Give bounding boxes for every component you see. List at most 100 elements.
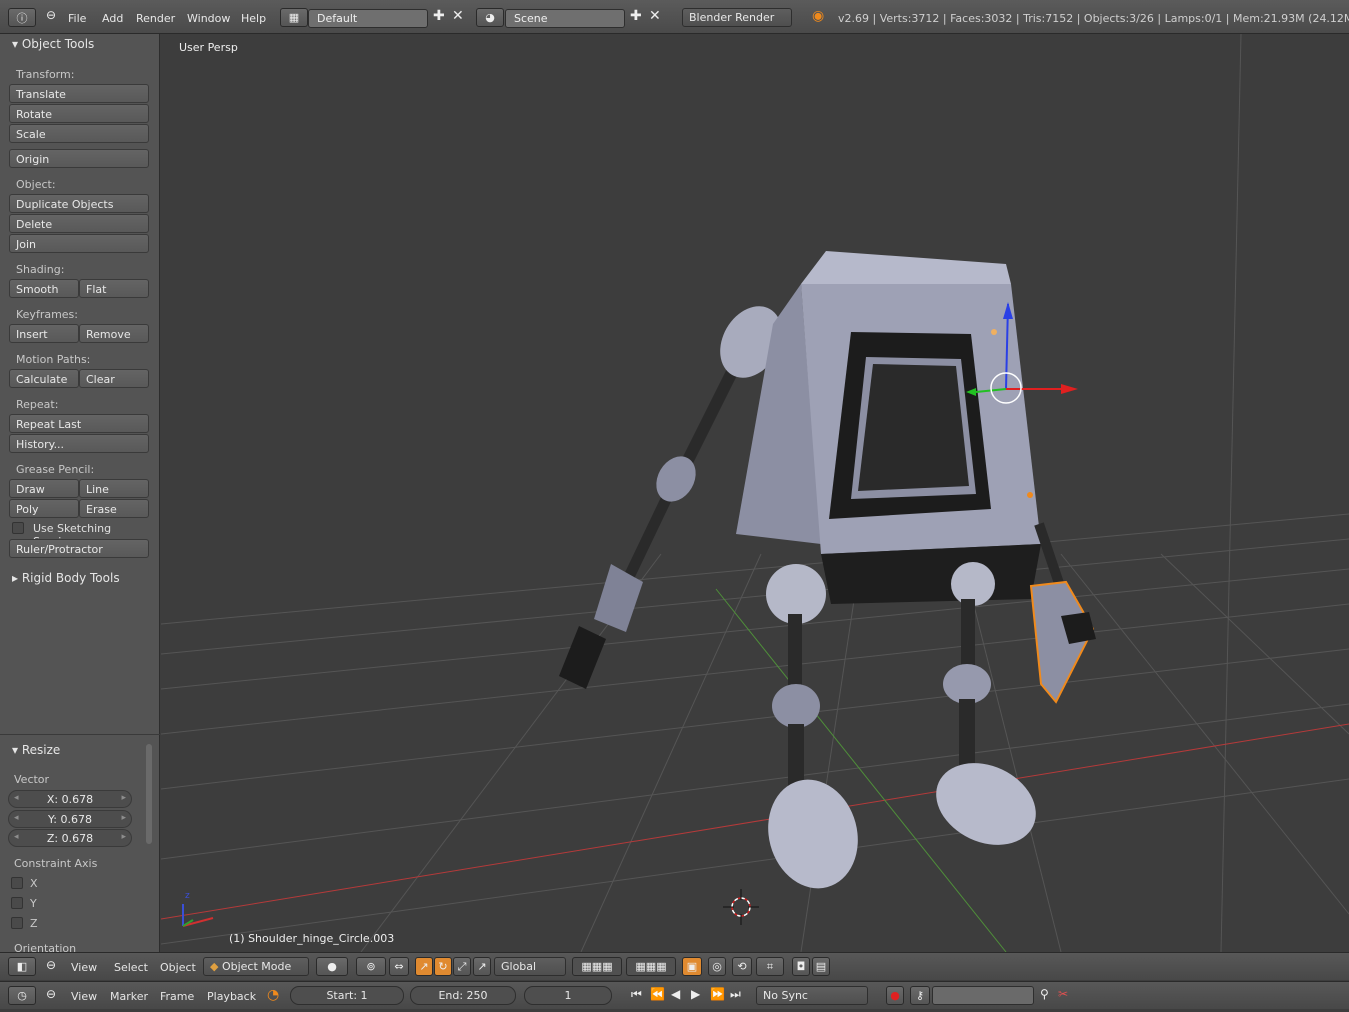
manipulator-space-icon[interactable]: ↗ bbox=[473, 957, 491, 976]
start-frame-field[interactable]: Start: 1 bbox=[290, 986, 404, 1005]
translate-button[interactable]: Translate bbox=[9, 84, 149, 103]
repeat-last-button[interactable]: Repeat Last bbox=[9, 414, 149, 433]
constraint-y-checkbox[interactable] bbox=[11, 897, 23, 909]
vector-z-field[interactable]: ◂ Z: 0.678 ▸ bbox=[8, 829, 132, 847]
scene-field[interactable]: Scene bbox=[505, 9, 625, 28]
snap-icon[interactable]: ⟲ bbox=[732, 957, 752, 976]
menu-add[interactable]: Add bbox=[102, 12, 123, 25]
constraint-x-checkbox[interactable] bbox=[11, 877, 23, 889]
render-animation-icon[interactable]: ▤ bbox=[812, 957, 830, 976]
keying-icon[interactable]: ⚷ bbox=[910, 986, 930, 1005]
collapse-menu-icon[interactable]: ⊖ bbox=[46, 958, 56, 972]
play-reverse-icon[interactable]: ◀ bbox=[671, 987, 680, 1001]
decrement-arrow-icon[interactable]: ◂ bbox=[14, 813, 19, 823]
playback-menu[interactable]: Playback bbox=[207, 990, 256, 1003]
increment-arrow-icon[interactable]: ▸ bbox=[121, 813, 126, 823]
join-button[interactable]: Join bbox=[9, 234, 149, 253]
editor-type-timeline-icon[interactable]: ◷ bbox=[8, 986, 36, 1005]
clear-button[interactable]: Clear bbox=[79, 369, 149, 388]
layers-left-icon[interactable]: ▦▦▦ bbox=[572, 957, 622, 976]
translate-manipulator-icon[interactable]: ↗ bbox=[415, 957, 433, 976]
scale-button[interactable]: Scale bbox=[9, 124, 149, 143]
menu-window[interactable]: Window bbox=[187, 12, 230, 25]
delete-button[interactable]: Delete bbox=[9, 214, 149, 233]
object-menu[interactable]: Object bbox=[160, 961, 196, 974]
increment-arrow-icon[interactable]: ▸ bbox=[121, 832, 126, 842]
origin-button[interactable]: Origin bbox=[9, 149, 149, 168]
rotate-button[interactable]: Rotate bbox=[9, 104, 149, 123]
collapse-menu-icon[interactable]: ⊖ bbox=[46, 987, 56, 1001]
robot-body[interactable] bbox=[736, 251, 1041, 604]
timeline-view-menu[interactable]: View bbox=[71, 990, 97, 1003]
record-icon[interactable]: ● bbox=[886, 986, 904, 1005]
robot-right-arm-selected[interactable] bbox=[1029, 522, 1096, 704]
menu-file[interactable]: File bbox=[68, 12, 86, 25]
viewport-shading-icon[interactable]: ● bbox=[316, 957, 348, 976]
object-mode-dropdown[interactable]: ◆ Object Mode bbox=[203, 957, 309, 976]
menu-help[interactable]: Help bbox=[241, 12, 266, 25]
snap-element-icon[interactable]: ⌗ bbox=[756, 957, 784, 976]
manipulator-toggle-icon[interactable]: ⇔ bbox=[389, 957, 409, 976]
frame-menu[interactable]: Frame bbox=[160, 990, 194, 1003]
history-button[interactable]: History... bbox=[9, 434, 149, 453]
prev-keyframe-icon[interactable]: ⏪ bbox=[650, 987, 665, 1001]
select-menu[interactable]: Select bbox=[114, 961, 148, 974]
add-scene-icon[interactable]: ✚ bbox=[630, 8, 642, 24]
increment-arrow-icon[interactable]: ▸ bbox=[121, 793, 126, 803]
decrement-arrow-icon[interactable]: ◂ bbox=[14, 832, 19, 842]
insert-keyframe-icon[interactable]: ⚲ bbox=[1040, 987, 1049, 1001]
next-keyframe-icon[interactable]: ⏩ bbox=[710, 987, 725, 1001]
lock-layers-icon[interactable]: ▣ bbox=[682, 957, 702, 976]
play-icon[interactable]: ▶ bbox=[691, 987, 700, 1001]
object-tools-title[interactable]: ▾ Object Tools bbox=[12, 37, 94, 51]
3d-viewport[interactable]: User Persp z (1) Shoulder_hinge_Circle.0… bbox=[161, 34, 1349, 952]
duplicate-objects-button[interactable]: Duplicate Objects bbox=[9, 194, 149, 213]
vector-y-field[interactable]: ◂ Y: 0.678 ▸ bbox=[8, 810, 132, 828]
marker-menu[interactable]: Marker bbox=[110, 990, 148, 1003]
current-frame-field[interactable]: 1 bbox=[524, 986, 612, 1005]
layers-right-icon[interactable]: ▦▦▦ bbox=[626, 957, 676, 976]
poly-button[interactable]: Poly bbox=[9, 499, 79, 518]
render-opengl-icon[interactable]: ◘ bbox=[792, 957, 810, 976]
scale-manipulator-icon[interactable]: ⤢ bbox=[453, 957, 471, 976]
add-screen-icon[interactable]: ✚ bbox=[433, 8, 445, 24]
insert-keyframe-button[interactable]: Insert bbox=[9, 324, 79, 343]
delete-scene-icon[interactable]: ✕ bbox=[649, 8, 661, 24]
constraint-z-checkbox[interactable] bbox=[11, 917, 23, 929]
end-frame-field[interactable]: End: 250 bbox=[410, 986, 516, 1005]
erase-button[interactable]: Erase bbox=[79, 499, 149, 518]
vector-x-field[interactable]: ◂ X: 0.678 ▸ bbox=[8, 790, 132, 808]
view-menu[interactable]: View bbox=[71, 961, 97, 974]
delete-keyframe-icon[interactable]: ✂ bbox=[1058, 987, 1068, 1001]
smooth-button[interactable]: Smooth bbox=[9, 279, 79, 298]
editor-type-info-icon[interactable]: ⓘ bbox=[8, 8, 36, 27]
panel-scrollbar[interactable] bbox=[146, 744, 152, 844]
rotate-manipulator-icon[interactable]: ↻ bbox=[434, 957, 452, 976]
delete-screen-icon[interactable]: ✕ bbox=[452, 8, 464, 24]
scene-icon[interactable]: ◕ bbox=[476, 8, 504, 27]
decrement-arrow-icon[interactable]: ◂ bbox=[14, 793, 19, 803]
screen-layout-icon[interactable]: ▦ bbox=[280, 8, 308, 27]
collapse-menu-icon[interactable]: ⊖ bbox=[46, 8, 56, 22]
3d-cursor-icon[interactable] bbox=[723, 889, 759, 925]
calculate-button[interactable]: Calculate bbox=[9, 369, 79, 388]
editor-type-3dview-icon[interactable]: ◧ bbox=[8, 957, 36, 976]
line-button[interactable]: Line bbox=[79, 479, 149, 498]
remove-keyframe-button[interactable]: Remove bbox=[79, 324, 149, 343]
sync-mode-dropdown[interactable]: No Sync bbox=[756, 986, 868, 1005]
jump-end-icon[interactable]: ⏭ bbox=[730, 987, 741, 1002]
render-engine-dropdown[interactable]: Blender Render bbox=[682, 8, 792, 27]
sketching-sessions-checkbox[interactable] bbox=[12, 522, 24, 534]
proportional-edit-icon[interactable]: ◎ bbox=[708, 957, 726, 976]
jump-start-icon[interactable]: ⏮ bbox=[631, 987, 642, 1002]
draw-button[interactable]: Draw bbox=[9, 479, 79, 498]
resize-panel-title[interactable]: ▾ Resize bbox=[12, 743, 60, 757]
transform-orientation-dropdown[interactable]: Global bbox=[494, 957, 566, 976]
rigid-body-tools-title[interactable]: ▸ Rigid Body Tools bbox=[12, 571, 120, 585]
flat-button[interactable]: Flat bbox=[79, 279, 149, 298]
keying-set-icon[interactable]: ◔ bbox=[267, 987, 279, 1003]
screen-layout-field[interactable]: Default bbox=[308, 9, 428, 28]
ruler-protractor-button[interactable]: Ruler/Protractor bbox=[9, 539, 149, 558]
pivot-point-icon[interactable]: ⊚ bbox=[356, 957, 386, 976]
menu-render[interactable]: Render bbox=[136, 12, 175, 25]
